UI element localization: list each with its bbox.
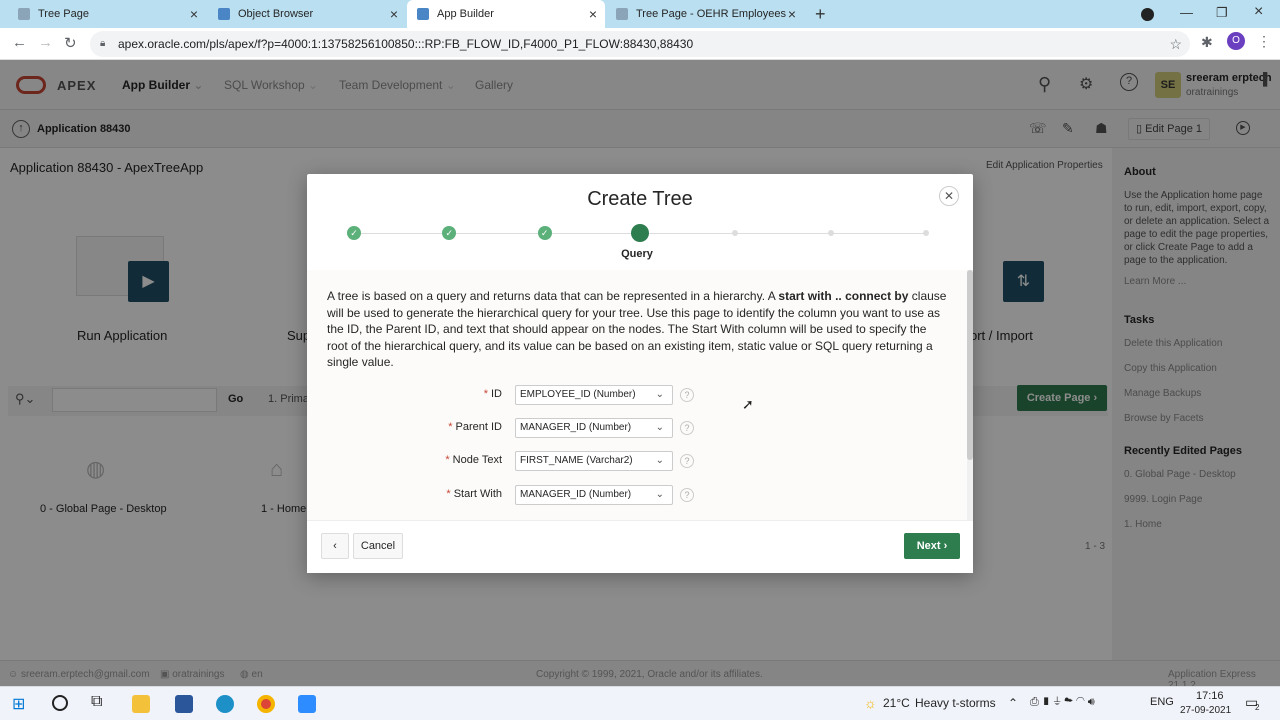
dialog-footer xyxy=(307,520,973,573)
lock-icon: 🔒︎ xyxy=(100,38,106,49)
close-icon: ✕ xyxy=(943,189,955,203)
select-node-text[interactable]: FIRST_NAME (Varchar2) ⌄ xyxy=(515,451,673,471)
tab-title: Object Browser xyxy=(238,8,314,20)
zoom-icon[interactable] xyxy=(298,695,316,713)
back-icon[interactable]: ← xyxy=(12,34,27,51)
extensions-icon[interactable]: ✱ xyxy=(1201,34,1213,51)
notification-count: 2 xyxy=(1255,703,1260,712)
windows-start-icon[interactable]: ⊞ xyxy=(12,694,25,714)
weather-temperature[interactable]: 21°C xyxy=(883,696,910,710)
reload-icon[interactable]: ↻ xyxy=(64,34,77,52)
tab-close-icon[interactable]: × xyxy=(190,6,198,22)
dialog-body: A tree is based on a query and returns d… xyxy=(307,270,967,520)
close-window-icon[interactable]: × xyxy=(1254,3,1263,21)
dialog-description: A tree is based on a query and returns d… xyxy=(327,289,947,370)
field-label-id: * ID xyxy=(483,388,502,400)
tab-object-browser[interactable]: Object Browser × xyxy=(208,0,406,28)
step-complete-icon: ✓ xyxy=(347,226,361,240)
tab-tree-page-oehr[interactable]: Tree Page - OEHR Employees × xyxy=(606,0,804,28)
app-icon[interactable] xyxy=(175,695,193,713)
minimize-icon[interactable]: — xyxy=(1180,5,1193,20)
field-label-start-with: * Start With xyxy=(446,488,502,500)
tab-search-icon[interactable] xyxy=(1141,8,1154,21)
forward-icon[interactable]: → xyxy=(38,34,53,51)
address-bar[interactable]: 🔒︎ apex.oracle.com/pls/apex/f?p=4000:1:1… xyxy=(90,31,1190,57)
create-tree-dialog: Create Tree ✕ ✓ ✓ ✓ Query A tree is based … xyxy=(307,174,973,573)
browser-menu-icon[interactable]: ⋮ xyxy=(1257,33,1271,50)
step-complete-icon: ✓ xyxy=(442,226,457,240)
help-icon-start-with[interactable]: ? xyxy=(680,488,694,502)
bookmark-star-icon[interactable]: ☆ xyxy=(1169,31,1182,57)
step-complete-icon: ✓ xyxy=(537,226,552,240)
select-id[interactable]: EMPLOYEE_ID (Number) ⌄ xyxy=(515,385,673,405)
tray-expand-icon[interactable]: ⌃ xyxy=(1008,696,1018,710)
chevron-down-icon: ⌄ xyxy=(655,489,664,500)
apex-favicon-icon xyxy=(417,8,429,20)
clock-time[interactable]: 17:16 xyxy=(1196,690,1224,702)
tab-close-icon[interactable]: × xyxy=(788,6,796,22)
chevron-down-icon: ⌄ xyxy=(655,455,664,466)
browser-tab-strip: Tree Page × Object Browser × App Builder… xyxy=(0,0,1280,28)
help-icon-parent-id[interactable]: ? xyxy=(680,421,694,435)
dialog-title: Create Tree xyxy=(587,188,693,210)
new-tab-button[interactable]: + xyxy=(815,4,826,25)
tab-tree-page[interactable]: Tree Page × xyxy=(8,0,206,28)
chevron-down-icon: ⌄ xyxy=(655,389,664,400)
page-favicon-icon xyxy=(616,8,628,20)
tab-title: Tree Page xyxy=(38,8,89,20)
previous-button[interactable]: ‹ xyxy=(321,533,349,559)
maximize-icon[interactable]: ❐ xyxy=(1216,5,1228,21)
tab-close-icon[interactable]: × xyxy=(589,6,597,22)
browser-toolbar: ← → ↻ 🔒︎ apex.oracle.com/pls/apex/f?p=40… xyxy=(0,28,1280,60)
file-explorer-icon[interactable] xyxy=(132,695,150,713)
page-favicon-icon xyxy=(18,8,30,20)
step-pending-icon xyxy=(827,230,834,236)
language-indicator[interactable]: ENG xyxy=(1150,696,1174,708)
chevron-down-icon: ⌄ xyxy=(655,422,664,433)
step-current-icon xyxy=(631,224,649,242)
weather-condition[interactable]: Heavy t-storms xyxy=(915,696,996,710)
step-pending-icon xyxy=(923,230,929,236)
field-label-parent-id: * Parent ID xyxy=(448,421,502,433)
windows-taskbar: ⊞ ⧉ ☼ 21°C Heavy t-storms ⌃ ⎙ ▮ ⏚ ☁ ◠ 🔊︎… xyxy=(0,686,1280,720)
help-icon-node-text[interactable]: ? xyxy=(680,454,694,468)
tab-app-builder[interactable]: App Builder × xyxy=(407,0,605,28)
chrome-icon[interactable] xyxy=(257,695,275,713)
edge-icon[interactable] xyxy=(216,695,234,713)
url-text: apex.oracle.com/pls/apex/f?p=4000:1:1375… xyxy=(118,37,694,51)
tab-title: Tree Page - OEHR Employees xyxy=(636,8,786,20)
weather-icon[interactable]: ☼ xyxy=(864,695,877,711)
current-step-label: Query xyxy=(621,248,653,260)
select-parent-id[interactable]: MANAGER_ID (Number) ⌄ xyxy=(515,418,673,438)
next-button[interactable]: Next › xyxy=(904,533,960,559)
field-label-node-text: * Node Text xyxy=(445,454,502,466)
tab-close-icon[interactable]: × xyxy=(390,6,398,22)
step-pending-icon xyxy=(732,230,739,236)
dialog-close-button[interactable]: ✕ xyxy=(939,186,959,206)
profile-avatar[interactable]: O xyxy=(1227,32,1245,50)
help-icon-id[interactable]: ? xyxy=(680,388,694,402)
clock-date[interactable]: 27-09-2021 xyxy=(1180,705,1231,716)
tab-title: App Builder xyxy=(437,8,494,20)
select-start-with[interactable]: MANAGER_ID (Number) ⌄ xyxy=(515,485,673,505)
mouse-cursor-icon: ➚ xyxy=(742,396,754,412)
apex-favicon-icon xyxy=(218,8,230,20)
dialog-scrollbar-thumb[interactable] xyxy=(967,270,973,460)
search-circle-icon[interactable] xyxy=(52,695,68,711)
cancel-button[interactable]: Cancel xyxy=(353,533,403,559)
tray-apps-icon[interactable]: ⎙ ▮ ⏚ ☁ ◠ 🔊︎ xyxy=(1030,696,1095,709)
task-view-icon[interactable]: ⧉ xyxy=(91,693,102,711)
